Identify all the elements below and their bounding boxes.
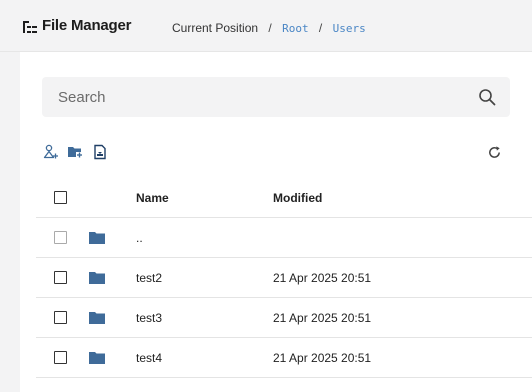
row-name: ..: [136, 231, 143, 245]
row-name: test4: [136, 351, 163, 365]
row-checkbox[interactable]: [54, 271, 67, 284]
row-checkbox[interactable]: [54, 351, 67, 364]
column-header-name[interactable]: Name: [136, 191, 169, 205]
row-checkbox[interactable]: [54, 231, 67, 244]
sidebar-strip: [0, 52, 20, 392]
search-input[interactable]: [42, 77, 510, 117]
table-header-row: Name Modified: [36, 178, 532, 218]
file-manager-logo-icon: [23, 21, 37, 33]
search-box: [42, 77, 510, 117]
breadcrumb-item-users[interactable]: Users: [333, 22, 366, 35]
row-name: test2: [136, 271, 163, 285]
table-row[interactable]: test4 21 Apr 2025 20:51: [36, 338, 532, 378]
add-user-icon[interactable]: [43, 144, 59, 160]
table-row[interactable]: test2 21 Apr 2025 20:51: [36, 258, 532, 298]
breadcrumb-label: Current Position: [172, 21, 259, 35]
row-modified: 21 Apr 2025 20:51: [273, 271, 372, 285]
upload-file-icon[interactable]: [92, 144, 108, 160]
breadcrumb-item-root[interactable]: Root: [282, 22, 309, 35]
row-checkbox[interactable]: [54, 311, 67, 324]
table-row[interactable]: ..: [36, 218, 532, 258]
breadcrumb: Current Position / Root / Users: [172, 21, 366, 35]
breadcrumb-separator: /: [268, 21, 272, 35]
folder-icon: [89, 352, 105, 364]
refresh-icon[interactable]: [487, 145, 502, 160]
row-modified: 21 Apr 2025 20:51: [273, 351, 372, 365]
folder-icon: [89, 232, 105, 244]
main-content: Name Modified .. test2 21 Apr 2025 20:51: [20, 52, 532, 392]
file-table: Name Modified .. test2 21 Apr 2025 20:51: [36, 178, 532, 378]
new-folder-icon[interactable]: [67, 144, 83, 160]
select-all-checkbox[interactable]: [54, 191, 67, 204]
table-row[interactable]: test3 21 Apr 2025 20:51: [36, 298, 532, 338]
app-title: File Manager: [42, 17, 132, 34]
column-header-modified[interactable]: Modified: [273, 191, 322, 205]
breadcrumb-separator: /: [318, 21, 323, 35]
row-modified: 21 Apr 2025 20:51: [273, 311, 372, 325]
search-icon[interactable]: [478, 88, 496, 106]
folder-icon: [89, 272, 105, 284]
row-name: test3: [136, 311, 163, 325]
folder-icon: [89, 312, 105, 324]
top-bar: File Manager Current Position / Root / U…: [0, 0, 532, 52]
